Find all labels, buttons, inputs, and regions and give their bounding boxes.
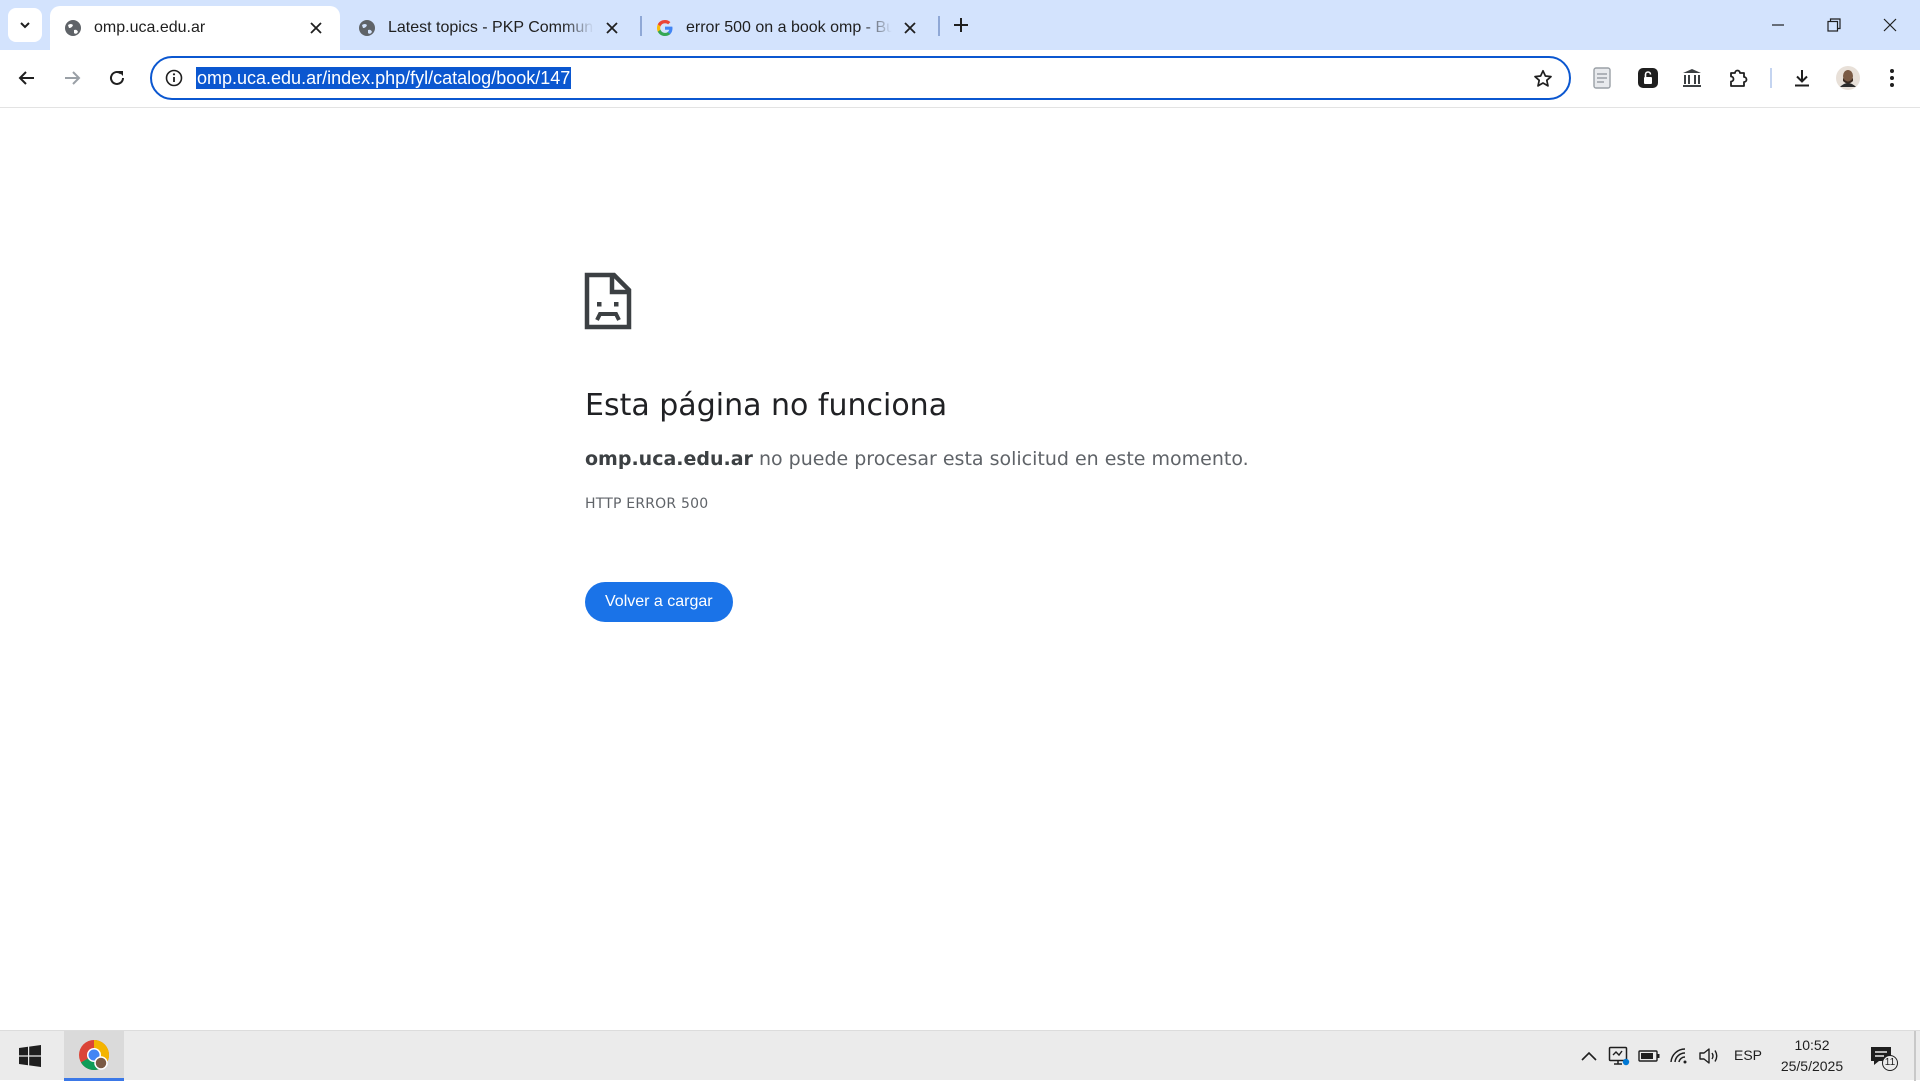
- chevron-up-icon[interactable]: [1576, 1043, 1602, 1069]
- clock-date: 25/5/2025: [1780, 1058, 1844, 1074]
- new-tab-button[interactable]: [946, 10, 976, 40]
- tab-strip: omp.uca.edu.ar Latest topics - PKP Commu…: [0, 0, 1920, 50]
- clock[interactable]: 10:52 25/5/2025: [1772, 1035, 1852, 1077]
- restore-button[interactable]: [1806, 0, 1862, 50]
- taskbar-chrome-app[interactable]: [64, 1031, 124, 1081]
- windows-logo-icon: [19, 1045, 41, 1067]
- plus-icon: [954, 18, 968, 32]
- google-icon: [656, 19, 674, 37]
- reload-page-button[interactable]: Volver a cargar: [585, 582, 733, 622]
- restore-icon: [1827, 18, 1841, 32]
- bookmark-star-icon[interactable]: [1531, 67, 1555, 91]
- meet-now-icon[interactable]: [1606, 1043, 1632, 1069]
- tab-omp-uca[interactable]: omp.uca.edu.ar: [50, 6, 340, 50]
- profile-avatar[interactable]: [1834, 64, 1862, 92]
- forward-button[interactable]: [54, 60, 90, 96]
- notification-count-badge: 11: [1882, 1055, 1898, 1071]
- action-center-button[interactable]: 11: [1864, 1041, 1898, 1071]
- kebab-menu-icon[interactable]: [1878, 64, 1906, 92]
- globe-icon: [64, 19, 82, 37]
- show-desktop-button[interactable]: [1914, 1031, 1916, 1081]
- library-extension-icon[interactable]: [1678, 64, 1706, 92]
- extensions-puzzle-icon[interactable]: [1724, 64, 1752, 92]
- error-message: omp.uca.edu.ar no puede procesar esta so…: [585, 448, 1249, 470]
- password-extension-icon[interactable]: [1634, 64, 1662, 92]
- reload-button[interactable]: [99, 60, 135, 96]
- battery-icon[interactable]: [1636, 1043, 1662, 1069]
- reload-icon: [110, 70, 124, 85]
- start-button[interactable]: [10, 1040, 50, 1072]
- back-button[interactable]: [9, 60, 45, 96]
- arrow-right-icon: [65, 71, 81, 85]
- downloads-icon[interactable]: [1788, 64, 1816, 92]
- tab-google-search[interactable]: error 500 on a book omp - Busca: [642, 6, 934, 50]
- globe-icon: [358, 19, 376, 37]
- chevron-down-icon: [20, 22, 30, 29]
- sad-document-icon: [584, 272, 632, 330]
- volume-icon[interactable]: [1696, 1043, 1722, 1069]
- minimize-button[interactable]: [1750, 0, 1806, 50]
- error-code: HTTP ERROR 500: [585, 496, 709, 512]
- minimize-icon: [1772, 24, 1784, 26]
- address-bar[interactable]: omp.uca.edu.ar/index.php/fyl/catalog/boo…: [150, 56, 1571, 100]
- url-text[interactable]: omp.uca.edu.ar/index.php/fyl/catalog/boo…: [196, 67, 572, 89]
- toolbar-separator: [1770, 68, 1772, 88]
- tab-title: omp.uca.edu.ar: [94, 19, 206, 36]
- error-host: omp.uca.edu.ar: [585, 448, 753, 470]
- tab-title: error 500 on a book omp - Busca: [686, 19, 892, 36]
- error-heading: Esta página no funciona: [585, 388, 948, 423]
- tab-separator: [938, 16, 940, 36]
- site-info-icon[interactable]: [164, 68, 184, 88]
- reading-mode-icon[interactable]: [1588, 64, 1616, 92]
- close-tab-icon[interactable]: [306, 18, 326, 38]
- clock-time: 10:52: [1794, 1037, 1830, 1053]
- close-icon: [1883, 18, 1897, 32]
- close-window-button[interactable]: [1862, 0, 1918, 50]
- language-indicator[interactable]: ESP: [1734, 1047, 1762, 1063]
- wifi-icon[interactable]: [1666, 1043, 1692, 1069]
- tab-search-button[interactable]: [8, 8, 42, 42]
- windows-taskbar: ESP 10:52 25/5/2025 11: [0, 1030, 1920, 1081]
- arrow-left-icon: [18, 71, 34, 85]
- tab-title: Latest topics - PKP Community: [388, 19, 594, 36]
- error-message-text: no puede procesar esta solicitud en este…: [752, 448, 1249, 470]
- browser-toolbar: omp.uca.edu.ar/index.php/fyl/catalog/boo…: [0, 50, 1920, 108]
- chrome-icon: [79, 1039, 110, 1070]
- close-tab-icon[interactable]: [900, 18, 920, 38]
- close-tab-icon[interactable]: [602, 18, 622, 38]
- tab-pkp-community[interactable]: Latest topics - PKP Community: [344, 6, 636, 50]
